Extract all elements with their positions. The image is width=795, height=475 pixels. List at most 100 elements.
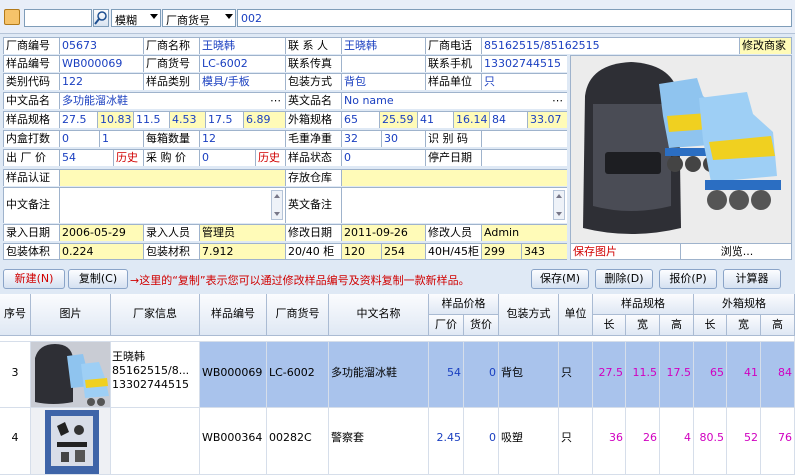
row-cn-name: 多功能溜冰鞋	[329, 342, 429, 408]
vendor-name-field[interactable]: 王晓韩	[199, 37, 285, 54]
search-icon[interactable]	[93, 9, 109, 27]
sample-photo[interactable]	[570, 55, 792, 245]
row-spec-w: 26	[626, 408, 660, 475]
ctn-h-inch: 33.07	[527, 111, 567, 128]
col-ctn-h[interactable]: 高	[761, 315, 795, 336]
search-value: 002	[241, 12, 262, 25]
scroll-up-icon[interactable]	[274, 194, 280, 198]
cn-note-textarea[interactable]	[59, 187, 285, 223]
en-name-value: No name	[344, 94, 394, 107]
code-field[interactable]	[481, 130, 567, 147]
quote-button[interactable]: 报价(P)	[659, 269, 717, 289]
col-sample-no[interactable]: 样品编号	[200, 294, 267, 336]
scroll-down-icon[interactable]	[274, 212, 280, 216]
more-icon[interactable]: ⋯	[552, 93, 563, 108]
search-field-select[interactable]: 厂商货号	[162, 9, 236, 27]
sample-no-field[interactable]: WB000069	[59, 55, 143, 72]
col-ctn-w[interactable]: 宽	[727, 315, 761, 336]
browse-button[interactable]: 浏览...	[680, 243, 792, 260]
gross-weight-field[interactable]: 32	[341, 130, 381, 147]
col-spec-w[interactable]: 宽	[626, 315, 660, 336]
delete-button[interactable]: 删除(D)	[595, 269, 653, 289]
col-fprice[interactable]: 厂价	[429, 315, 464, 336]
stop-field[interactable]	[481, 149, 567, 166]
inner-field-1[interactable]: 0	[59, 130, 99, 147]
mobile-label: 联系手机	[425, 55, 481, 72]
cn-name-value: 多功能溜冰鞋	[62, 94, 128, 107]
match-mode-select[interactable]: 模糊	[111, 9, 161, 27]
row-ctn-w: 52	[727, 408, 761, 475]
row-spec-l: 36	[593, 408, 626, 475]
pack-field[interactable]: 背包	[341, 73, 425, 90]
scroll-up-icon[interactable]	[556, 194, 562, 198]
buy-history-link[interactable]: 历史	[255, 149, 285, 166]
col-price-group: 样品价格	[429, 294, 499, 315]
cat-code-field[interactable]: 122	[59, 73, 143, 90]
col-pack[interactable]: 包装方式	[499, 294, 559, 336]
cn-name-field[interactable]: 多功能溜冰鞋 ⋯	[59, 92, 285, 109]
cat-field[interactable]: 模具/手板	[199, 73, 285, 90]
col-ctn-l[interactable]: 长	[694, 315, 727, 336]
scrollbar[interactable]	[553, 190, 565, 220]
cert-field[interactable]	[59, 169, 285, 186]
ctn-h-field[interactable]: 84	[489, 111, 527, 128]
vendor-item-field[interactable]: LC-6002	[199, 55, 285, 72]
col-cn-name[interactable]: 中文名称	[329, 294, 429, 336]
spec-w-field[interactable]: 11.5	[133, 111, 169, 128]
search-value-input[interactable]: 002	[237, 9, 792, 27]
copy-button[interactable]: 复制(C)	[68, 269, 128, 289]
col-pic[interactable]: 图片	[31, 294, 111, 336]
row-sample-no: WB000364	[200, 408, 267, 475]
spec-h-field[interactable]: 17.5	[205, 111, 243, 128]
price-field[interactable]: 54	[59, 149, 113, 166]
net-weight-field[interactable]: 30	[381, 130, 425, 147]
mod-user-field: Admin	[481, 224, 567, 241]
wh-field[interactable]	[341, 169, 567, 186]
search-keyword-input[interactable]	[24, 9, 92, 27]
unit-field[interactable]: 只	[481, 73, 567, 90]
col-seq[interactable]: 序号	[0, 294, 31, 336]
status-field[interactable]: 0	[341, 149, 425, 166]
spec-l-inch: 10.83	[97, 111, 133, 128]
col-bprice[interactable]: 货价	[464, 315, 499, 336]
fax-field[interactable]	[341, 55, 425, 72]
inner-field-2[interactable]: 1	[99, 130, 143, 147]
mobile-field[interactable]: 13302744515	[481, 55, 567, 72]
save-picture-button[interactable]: 保存图片	[570, 243, 680, 260]
cert-label: 样品认证	[3, 169, 59, 186]
ctn-l-inch: 25.59	[379, 111, 417, 128]
perctn-field[interactable]: 12	[199, 130, 285, 147]
en-note-textarea[interactable]	[341, 187, 567, 223]
cat-code-label: 类别代码	[3, 73, 59, 90]
price-history-link[interactable]: 历史	[113, 149, 143, 166]
c20-field: 120	[341, 243, 381, 260]
calculator-button[interactable]: 计算器	[723, 269, 781, 289]
scroll-down-icon[interactable]	[556, 212, 562, 216]
ctn-w-field[interactable]: 41	[417, 111, 453, 128]
col-spec-h[interactable]: 高	[660, 315, 694, 336]
mod-date-label: 修改日期	[285, 224, 341, 241]
vendor-no-field[interactable]: 05673	[59, 37, 143, 54]
en-name-label: 英文品名	[285, 92, 341, 109]
row-thumbnail[interactable]	[31, 408, 111, 475]
more-icon[interactable]: ⋯	[270, 93, 281, 108]
scrollbar[interactable]	[271, 190, 283, 220]
col-spec-l[interactable]: 长	[593, 315, 626, 336]
new-button[interactable]: 新建(N)	[3, 269, 65, 289]
edit-vendor-button[interactable]: 修改商家	[739, 37, 792, 54]
ctn-l-field[interactable]: 65	[341, 111, 379, 128]
spec-l-field[interactable]: 27.5	[59, 111, 97, 128]
buy-field[interactable]: 0	[199, 149, 255, 166]
row-spec-h: 4	[660, 408, 694, 475]
col-vendor-item[interactable]: 厂商货号	[267, 294, 329, 336]
col-unit[interactable]: 单位	[559, 294, 593, 336]
contact-field[interactable]: 王晓韩	[341, 37, 425, 54]
col-vendor[interactable]: 厂家信息	[111, 294, 200, 336]
row-vendor-mobile: 13302744515	[112, 378, 189, 391]
en-name-field[interactable]: No name ⋯	[341, 92, 567, 109]
vendor-tel-field[interactable]: 85162515/85162515	[481, 37, 739, 54]
chevron-down-icon	[150, 14, 158, 19]
row-thumbnail[interactable]	[31, 342, 111, 408]
row-ctn-l: 65	[694, 342, 727, 408]
save-button[interactable]: 保存(M)	[531, 269, 589, 289]
